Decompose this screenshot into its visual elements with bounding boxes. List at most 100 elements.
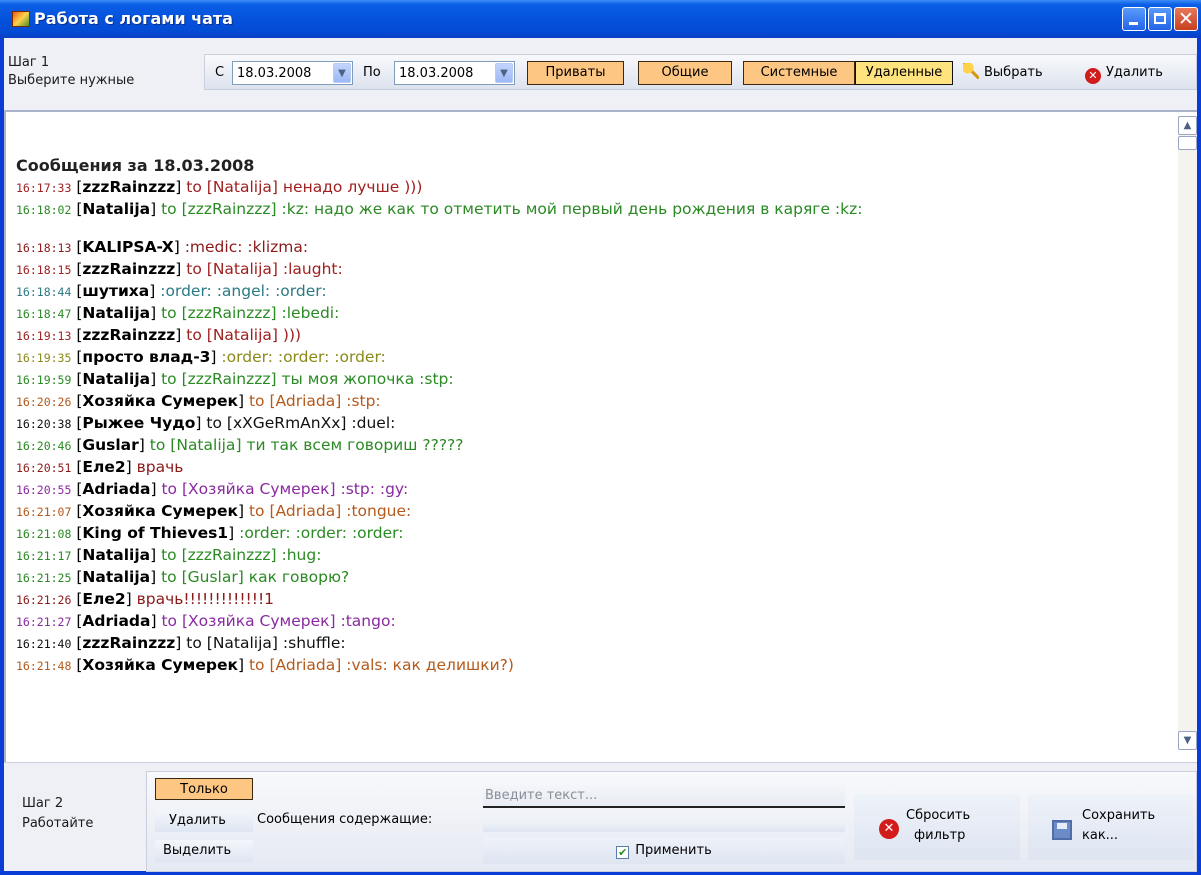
message-sender[interactable]: zzzRainzzz: [82, 260, 175, 278]
scroll-thumb[interactable]: [1178, 136, 1197, 150]
message-recipient[interactable]: Natalija: [213, 260, 272, 278]
from-date-picker[interactable]: 18.03.2008 ▼: [232, 61, 353, 85]
message-sender[interactable]: Еле2: [82, 590, 125, 608]
to-word: to: [161, 568, 177, 586]
chat-message: 16:21:27 [Adriada] to [Хозяйка Сумерек] …: [16, 612, 396, 630]
app-window: Работа с логами чата ✕ Шаг 1 Выберите ну…: [0, 0, 1201, 875]
to-word: to: [161, 304, 177, 322]
message-text: :duel:: [351, 414, 396, 432]
message-text: :laught:: [282, 260, 343, 278]
apply-label: Применить: [635, 843, 712, 858]
message-sender[interactable]: zzzRainzzz: [82, 634, 175, 652]
scroll-down-button[interactable]: ▼: [1178, 731, 1197, 750]
message-time: 16:19:59: [16, 373, 72, 387]
filter-public-button[interactable]: Общие: [638, 61, 732, 85]
save-label-1: Сохранить: [1082, 808, 1156, 823]
message-recipient[interactable]: xXGeRmAnXx: [233, 414, 340, 432]
select-button[interactable]: Выбрать: [963, 63, 1043, 85]
reset-label-1: Сбросить: [906, 808, 971, 823]
message-time: 16:21:17: [16, 549, 72, 563]
close-button[interactable]: ✕: [1174, 7, 1198, 31]
apply-button[interactable]: ✔ Применить: [483, 838, 845, 864]
select-label: Выбрать: [984, 65, 1043, 80]
save-as-button[interactable]: Сохранить как...: [1028, 794, 1194, 860]
message-sender[interactable]: Natalija: [82, 304, 150, 322]
delete-button[interactable]: ✕ Удалить: [1085, 63, 1163, 85]
message-text: как говорю?: [248, 568, 350, 586]
message-sender[interactable]: zzzRainzzz: [82, 178, 175, 196]
message-sender[interactable]: KALIPSA-X: [82, 238, 173, 256]
message-sender[interactable]: шутиха: [82, 282, 149, 300]
message-text: :vals: как делишки?): [346, 656, 514, 674]
message-sender[interactable]: Хозяйка Сумерек: [82, 392, 238, 410]
message-text: :kz: надо же как то отметить мой первый …: [281, 200, 863, 218]
filter-system-button[interactable]: Системные: [743, 61, 855, 85]
reset-filter-button[interactable]: ✕ Сбросить фильтр: [854, 794, 1020, 860]
maximize-button[interactable]: [1148, 7, 1172, 31]
message-recipient[interactable]: Хозяйка Сумерек: [188, 480, 330, 498]
to-date-picker[interactable]: 18.03.2008 ▼: [394, 61, 515, 85]
message-sender[interactable]: Хозяйка Сумерек: [82, 502, 238, 520]
message-sender[interactable]: King of Thieves1: [82, 524, 228, 542]
message-recipient[interactable]: Natalija: [176, 436, 235, 454]
message-recipient[interactable]: zzzRainzzz: [188, 546, 271, 564]
message-sender[interactable]: Adriada: [82, 480, 150, 498]
mode-only-button[interactable]: Только: [155, 778, 253, 800]
message-sender[interactable]: Natalija: [82, 200, 150, 218]
message-sender[interactable]: Рыжее Чудо: [82, 414, 195, 432]
chat-log-view[interactable]: Сообщения за 18.03.2008 16:17:33 [zzzRai…: [4, 110, 1197, 762]
title-bar[interactable]: Работа с логами чата ✕: [0, 0, 1201, 38]
to-word: to: [149, 436, 166, 454]
scroll-up-button[interactable]: ▲: [1178, 116, 1197, 135]
filter-private-button[interactable]: Приваты: [527, 61, 624, 85]
chat-message: 16:20:51 [Еле2] врачь: [16, 458, 184, 476]
chat-message: 16:20:46 [Guslar] to [Natalija] ти так в…: [16, 436, 464, 454]
reset-label-2: фильтр: [914, 828, 966, 843]
message-sender[interactable]: Natalija: [82, 568, 150, 586]
message-sender[interactable]: Guslar: [82, 436, 138, 454]
message-recipient[interactable]: Adriada: [276, 502, 336, 520]
chevron-down-icon[interactable]: ▼: [333, 63, 351, 83]
message-sender[interactable]: zzzRainzzz: [82, 326, 175, 344]
message-recipient[interactable]: Adriada: [276, 392, 336, 410]
search-field[interactable]: [483, 784, 845, 808]
message-time: 16:18:15: [16, 263, 72, 277]
message-time: 16:20:51: [16, 461, 72, 475]
message-sender[interactable]: просто влад-3: [82, 348, 210, 366]
message-recipient[interactable]: Natalija: [213, 178, 272, 196]
message-recipient[interactable]: zzzRainzzz: [188, 370, 271, 388]
chat-message: 16:18:13 [KALIPSA-X] :medic: :klizma:: [16, 238, 309, 256]
message-sender[interactable]: Хозяйка Сумерек: [82, 656, 238, 674]
message-sender[interactable]: Natalija: [82, 546, 150, 564]
filter-deleted-button[interactable]: Удаленные: [855, 61, 953, 85]
mode-delete-button[interactable]: Удалить: [155, 810, 253, 832]
message-recipient[interactable]: Natalija: [213, 634, 272, 652]
app-icon: [12, 11, 30, 27]
close-icon: ✕: [1178, 8, 1194, 30]
message-sender[interactable]: Еле2: [82, 458, 125, 476]
work-toolbar: Только Удалить Выделить Сообщения содерж…: [146, 771, 1197, 872]
message-time: 16:19:35: [16, 351, 72, 365]
step2-hint: Работайте: [22, 816, 94, 831]
mode-highlight-button[interactable]: Выделить: [155, 840, 253, 862]
chat-message: 16:21:40 [zzzRainzzz] to [Natalija] :shu…: [16, 634, 346, 652]
message-recipient[interactable]: zzzRainzzz: [188, 304, 271, 322]
minimize-button[interactable]: [1122, 7, 1146, 31]
message-recipient[interactable]: Guslar: [188, 568, 238, 586]
chevron-down-icon[interactable]: ▼: [495, 63, 513, 83]
to-word: to: [186, 634, 202, 652]
vertical-scrollbar[interactable]: ▲ ▼: [1178, 116, 1197, 750]
message-time: 16:19:13: [16, 329, 72, 343]
key-icon: [963, 63, 979, 79]
message-recipient[interactable]: Хозяйка Сумерек: [188, 612, 330, 630]
message-recipient[interactable]: Adriada: [276, 656, 336, 674]
message-sender[interactable]: Adriada: [82, 612, 150, 630]
search-input[interactable]: [483, 784, 845, 806]
to-word: to: [248, 392, 265, 410]
filter-toolbar: С 18.03.2008 ▼ По 18.03.2008 ▼ Приваты О…: [204, 54, 1197, 90]
message-time: 16:20:38: [16, 417, 72, 431]
message-recipient[interactable]: zzzRainzzz: [188, 200, 271, 218]
message-text: :lebedi:: [281, 304, 340, 322]
message-recipient[interactable]: Natalija: [213, 326, 272, 344]
message-sender[interactable]: Natalija: [82, 370, 150, 388]
